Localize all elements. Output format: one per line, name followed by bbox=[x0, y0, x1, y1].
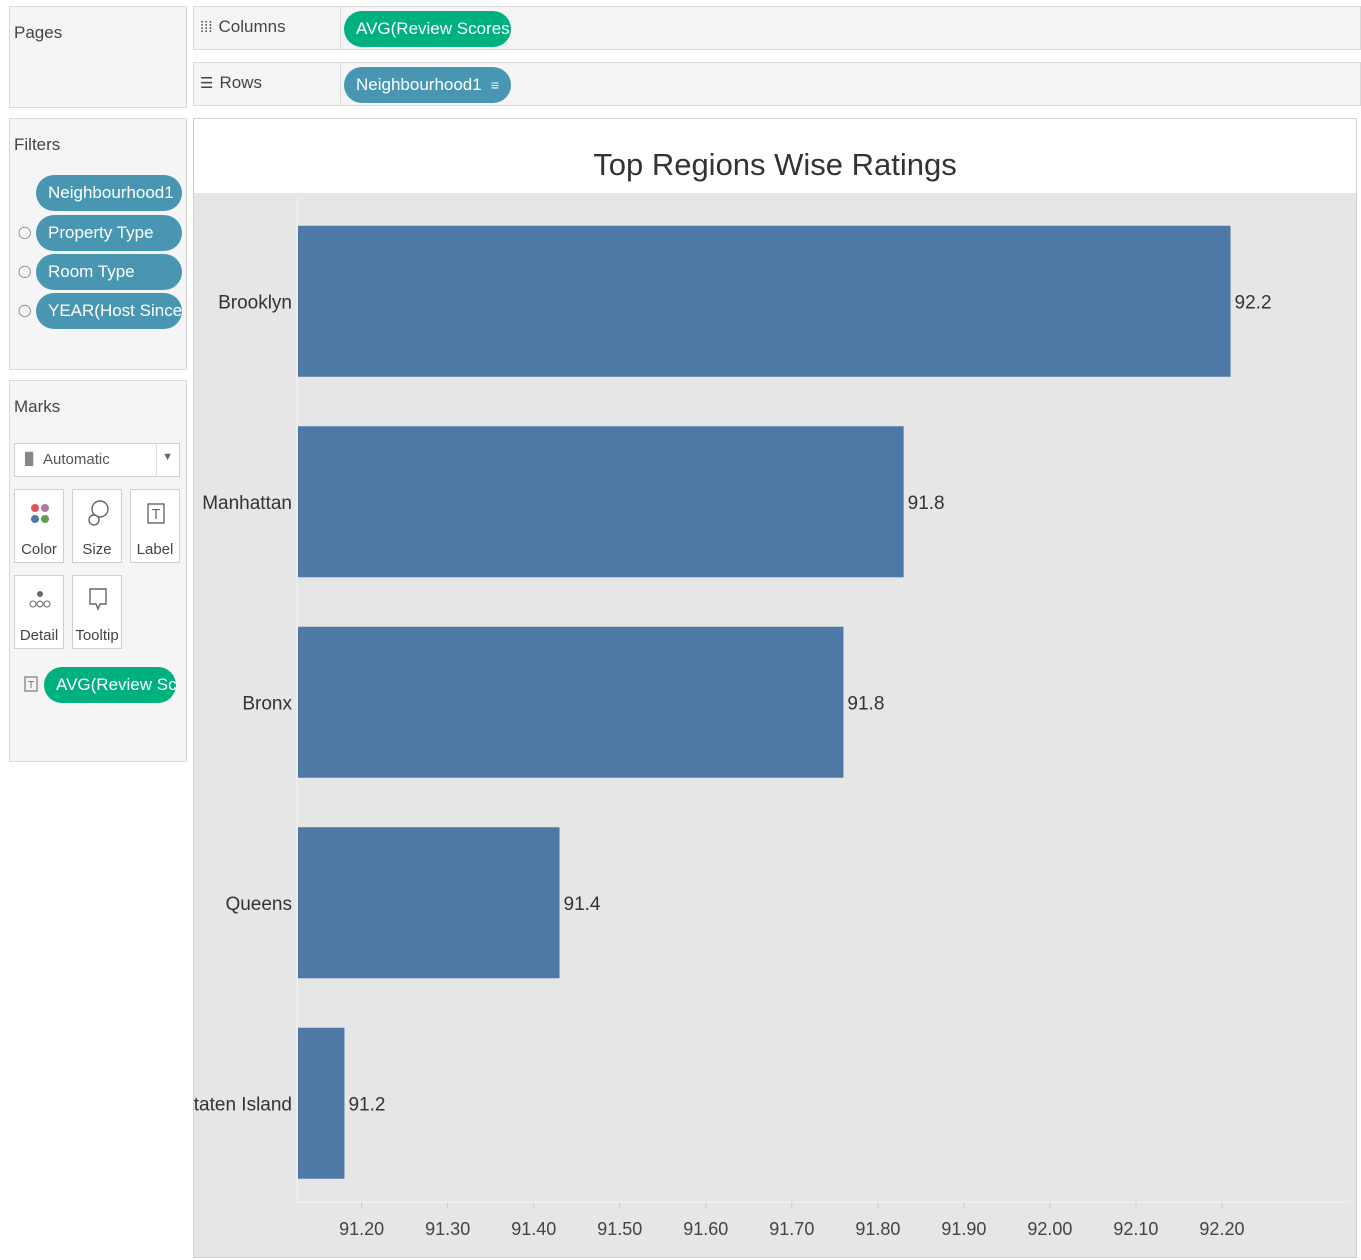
context-filter-icon: ◯ bbox=[18, 264, 32, 278]
x-tick-label: 92.20 bbox=[1199, 1219, 1244, 1239]
rows-label-text: Rows bbox=[219, 73, 262, 92]
category-label: Manhattan bbox=[202, 493, 292, 514]
label-field-icon: T bbox=[24, 676, 38, 692]
value-label: 91.8 bbox=[847, 693, 884, 714]
category-label: Brooklyn bbox=[218, 292, 292, 313]
pages-panel: Pages bbox=[9, 6, 187, 108]
columns-pill[interactable]: AVG(Review Scores .. bbox=[344, 11, 511, 47]
columns-icon: ⁞⁞⁞ bbox=[200, 19, 213, 36]
x-tick-label: 92.10 bbox=[1113, 1219, 1158, 1239]
x-tick-label: 92.00 bbox=[1027, 1219, 1072, 1239]
filter-pill-year-host-since[interactable]: YEAR(Host Since) bbox=[36, 293, 182, 329]
mark-type-dropdown[interactable]: ▉ Automatic ▼ bbox=[14, 443, 180, 477]
tooltip-button-label: Tooltip bbox=[75, 627, 119, 644]
chart-area: Top Regions Wise Ratings Brooklyn 92.2 Man… bbox=[193, 118, 1357, 1258]
pages-title: Pages bbox=[14, 23, 63, 42]
bar[interactable] bbox=[298, 1027, 345, 1179]
rows-label: ☰ Rows bbox=[200, 73, 262, 93]
bar[interactable] bbox=[298, 426, 904, 578]
filter-pill-property-type[interactable]: Property Type bbox=[36, 215, 182, 251]
bar-chart: Top Regions Wise Ratings Brooklyn 92.2 Man… bbox=[194, 129, 1356, 1257]
size-button-label: Size bbox=[82, 541, 112, 558]
rows-pill[interactable]: Neighbourhood1 ≡ bbox=[344, 67, 511, 103]
columns-divider bbox=[340, 7, 341, 49]
category-label: Staten Island bbox=[194, 1094, 292, 1115]
svg-text:T: T bbox=[151, 508, 160, 523]
rows-shelf[interactable]: ☰ Rows Neighbourhood1 ≡ bbox=[193, 62, 1361, 106]
marks-label-pill[interactable]: AVG(Review Sc.. bbox=[44, 667, 176, 703]
text-label-icon: T bbox=[147, 503, 165, 524]
filter-pill-neighbourhood[interactable]: Neighbourhood1 bbox=[36, 175, 182, 211]
rows-icon: ☰ bbox=[200, 75, 214, 92]
marks-title: Marks bbox=[14, 397, 61, 416]
rows-divider bbox=[340, 63, 341, 105]
color-button-label: Color bbox=[21, 541, 57, 558]
bar[interactable] bbox=[298, 225, 1231, 377]
size-button[interactable]: Size bbox=[72, 489, 122, 563]
x-tick-label: 91.90 bbox=[941, 1219, 986, 1239]
columns-label-text: Columns bbox=[218, 17, 286, 36]
chevron-down-icon: ▼ bbox=[162, 451, 173, 463]
x-tick-label: 91.30 bbox=[425, 1219, 470, 1239]
detail-button-label: Detail bbox=[19, 627, 59, 644]
filters-panel: Filters Neighbourhood1 ◯ Property Type ◯… bbox=[9, 118, 187, 370]
tooltip-button[interactable]: Tooltip bbox=[72, 575, 122, 649]
dropdown-divider bbox=[156, 444, 157, 476]
color-button[interactable]: Color bbox=[14, 489, 64, 563]
detail-button[interactable]: Detail bbox=[14, 575, 64, 649]
x-tick-label: 91.80 bbox=[855, 1219, 900, 1239]
svg-text:T: T bbox=[27, 680, 35, 691]
category-label: Queens bbox=[225, 894, 292, 915]
value-label: 91.4 bbox=[564, 894, 601, 915]
size-icon bbox=[88, 500, 109, 526]
color-icon bbox=[31, 504, 49, 523]
filter-pill-room-type[interactable]: Room Type bbox=[36, 254, 182, 290]
value-label: 91.8 bbox=[908, 493, 945, 514]
chart-title: Top Regions Wise Ratings bbox=[593, 147, 957, 182]
columns-label: ⁞⁞⁞ Columns bbox=[200, 17, 286, 37]
x-tick-label: 91.20 bbox=[339, 1219, 384, 1239]
marks-panel: Marks ▉ Automatic ▼ Color Size T Label D… bbox=[9, 380, 187, 762]
sort-desc-icon: ≡ bbox=[490, 77, 499, 93]
context-filter-icon: ◯ bbox=[18, 225, 32, 239]
filters-title: Filters bbox=[14, 135, 61, 154]
mark-type-value: Automatic bbox=[43, 451, 110, 468]
context-filter-icon: ◯ bbox=[18, 303, 32, 317]
value-label: 92.2 bbox=[1235, 292, 1272, 313]
value-label: 91.2 bbox=[348, 1094, 385, 1115]
detail-icon bbox=[29, 591, 51, 608]
category-label: Bronx bbox=[242, 693, 292, 714]
x-tick-label: 91.70 bbox=[769, 1219, 814, 1239]
x-tick-label: 91.60 bbox=[683, 1219, 728, 1239]
rows-pill-label: Neighbourhood1 bbox=[356, 75, 482, 94]
bar[interactable] bbox=[298, 827, 560, 979]
x-tick-label: 91.50 bbox=[597, 1219, 642, 1239]
columns-shelf[interactable]: ⁞⁞⁞ Columns AVG(Review Scores .. bbox=[193, 6, 1361, 50]
x-tick-label: 91.40 bbox=[511, 1219, 556, 1239]
bar[interactable] bbox=[298, 626, 844, 778]
label-button-label: Label bbox=[136, 541, 174, 558]
bar-chart-icon: ▉ bbox=[25, 452, 35, 466]
tooltip-icon bbox=[89, 588, 107, 611]
label-button[interactable]: T Label bbox=[130, 489, 180, 563]
